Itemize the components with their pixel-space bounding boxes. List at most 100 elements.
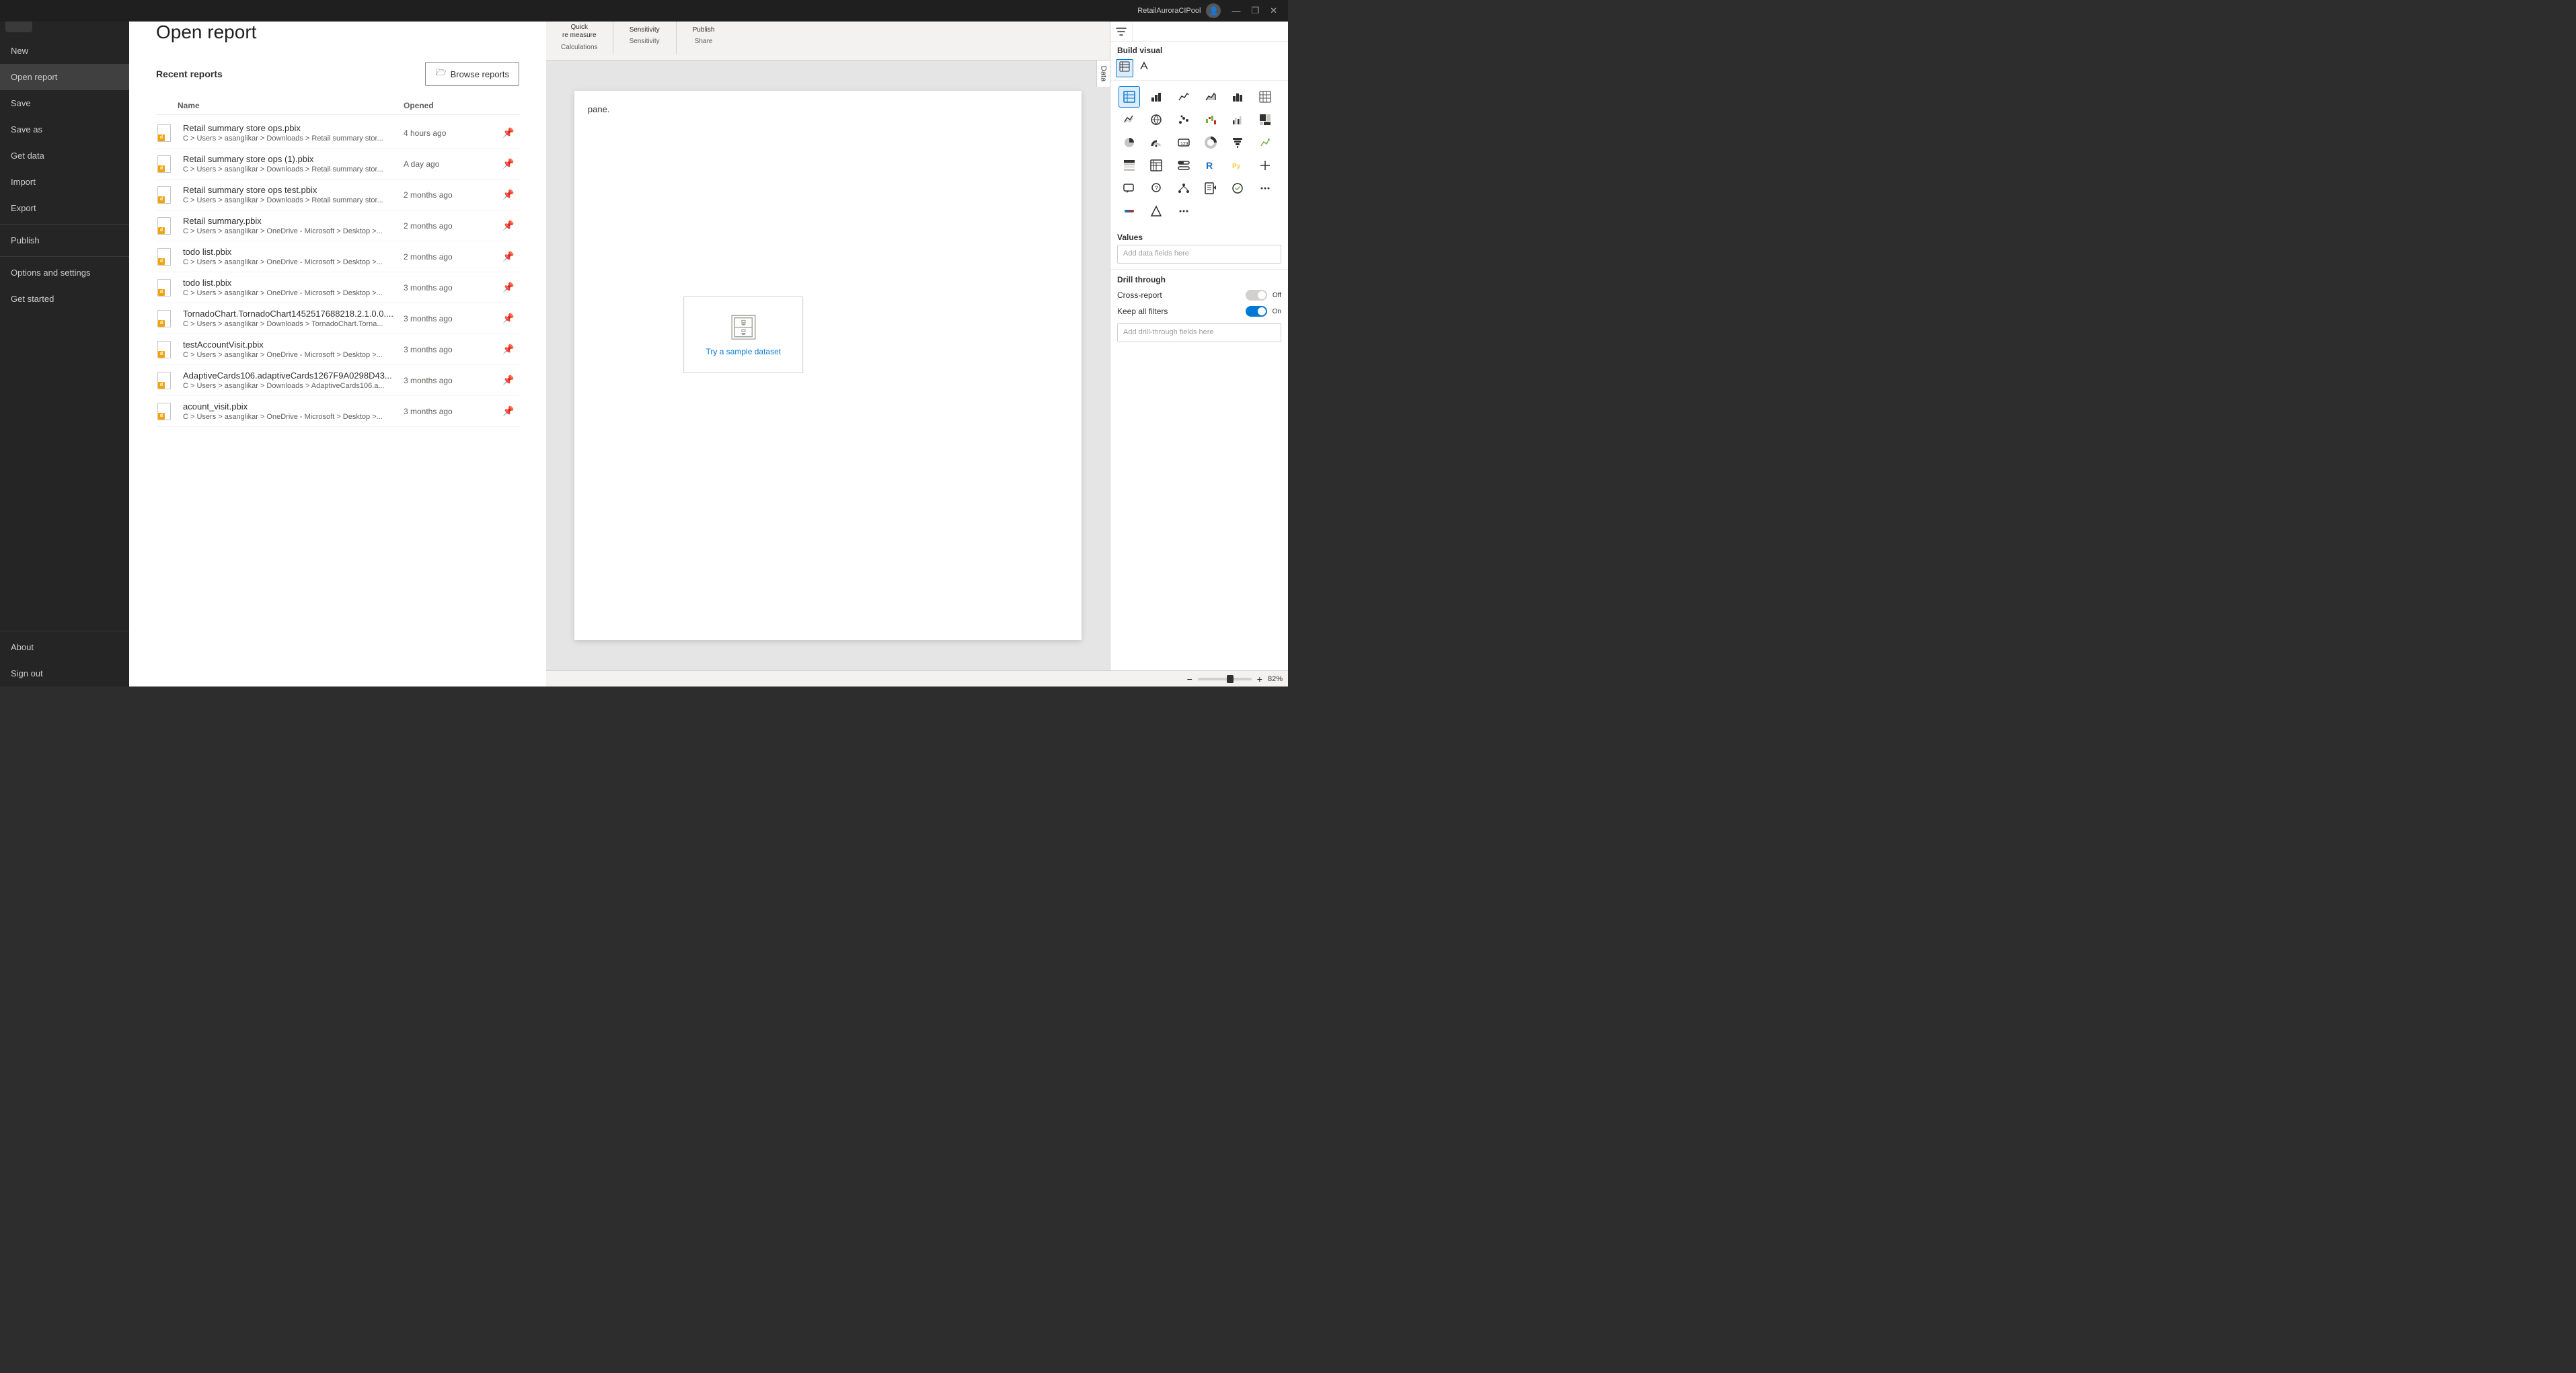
viz-icon-table[interactable] bbox=[1119, 86, 1140, 108]
viz-icon-area[interactable] bbox=[1200, 86, 1221, 108]
file-icon-badge: d bbox=[158, 320, 165, 327]
viz-icon-decomp[interactable] bbox=[1173, 178, 1195, 199]
values-section: Values Add data fields here bbox=[1110, 227, 1288, 269]
zoom-minus-button[interactable]: − bbox=[1187, 674, 1192, 684]
minimize-button[interactable]: — bbox=[1226, 6, 1246, 16]
try-sample-dataset-link[interactable]: Try a sample dataset bbox=[706, 347, 781, 356]
values-drop-area[interactable]: Add data fields here bbox=[1117, 245, 1281, 264]
viz-icon-qna[interactable]: ? bbox=[1145, 178, 1167, 199]
viz-icon-linechart2[interactable] bbox=[1119, 109, 1140, 130]
maximize-button[interactable]: ❐ bbox=[1246, 5, 1264, 16]
table-row[interactable]: d TornadoChart.TornadoChart1452517688218… bbox=[156, 303, 519, 334]
table-row[interactable]: d testAccountVisit.pbix C > Users > asan… bbox=[156, 334, 519, 365]
pin-icon[interactable]: 📌 bbox=[498, 189, 519, 200]
sidebar-item-open-report[interactable]: Open report bbox=[0, 64, 129, 90]
viz-icon-map[interactable] bbox=[1145, 109, 1167, 130]
sidebar-item-label: About bbox=[11, 642, 34, 652]
table-row[interactable]: d todo list.pbix C > Users > asanglikar … bbox=[156, 272, 519, 303]
pin-icon[interactable]: 📌 bbox=[498, 344, 519, 355]
viz-icon-column[interactable] bbox=[1227, 86, 1248, 108]
sidebar-item-get-started[interactable]: Get started bbox=[0, 286, 129, 312]
viz-icon-matrix2[interactable] bbox=[1145, 155, 1167, 176]
viz-icon-slicer[interactable] bbox=[1173, 155, 1195, 176]
zoom-thumb bbox=[1227, 675, 1234, 683]
viz-icon-funnel[interactable] bbox=[1227, 132, 1248, 153]
viz-icon-pie[interactable] bbox=[1119, 132, 1140, 153]
sidebar-item-about[interactable]: About bbox=[0, 634, 129, 660]
pin-icon[interactable]: 📌 bbox=[498, 313, 519, 324]
viz-icon-table2[interactable] bbox=[1119, 155, 1140, 176]
format-viz-tab[interactable] bbox=[1136, 59, 1152, 77]
sidebar-item-save[interactable]: Save bbox=[0, 90, 129, 116]
viz-icon-gauge[interactable] bbox=[1145, 132, 1167, 153]
sidebar-item-options[interactable]: Options and settings bbox=[0, 260, 129, 286]
file-path: C > Users > asanglikar > OneDrive - Micr… bbox=[183, 289, 398, 297]
filters-icon-button[interactable] bbox=[1110, 22, 1133, 41]
pin-icon[interactable]: 📌 bbox=[498, 158, 519, 169]
pin-icon[interactable]: 📌 bbox=[498, 127, 519, 139]
viz-icon-python[interactable]: Py bbox=[1227, 155, 1248, 176]
viz-icon-donut[interactable] bbox=[1200, 132, 1221, 153]
viz-icon-barcluster[interactable] bbox=[1227, 109, 1248, 130]
title-bar-username: RetailAuroraCIPool bbox=[1137, 7, 1201, 15]
viz-icon-waterfall[interactable] bbox=[1200, 109, 1221, 130]
sidebar-item-import[interactable]: Import bbox=[0, 169, 129, 195]
viz-icon-matrix[interactable] bbox=[1254, 86, 1276, 108]
close-button[interactable]: ✕ bbox=[1264, 5, 1283, 16]
values-label: Values bbox=[1117, 233, 1281, 242]
zoom-plus-button[interactable]: + bbox=[1257, 674, 1262, 684]
table-row[interactable]: d Retail summary store ops (1).pbix C > … bbox=[156, 149, 519, 180]
viz-icon-more[interactable] bbox=[1254, 178, 1276, 199]
field-message: pane. bbox=[574, 91, 1082, 128]
sidebar-item-sign-out[interactable]: Sign out bbox=[0, 660, 129, 686]
table-row[interactable]: d AdaptiveCards106.adaptiveCards1267F9A0… bbox=[156, 365, 519, 396]
viz-icon-card[interactable]: 123 bbox=[1173, 132, 1195, 153]
file-icon-base: d bbox=[157, 248, 171, 266]
table-row[interactable]: d Retail summary store ops test.pbix C >… bbox=[156, 180, 519, 210]
pin-icon[interactable]: 📌 bbox=[498, 251, 519, 262]
viz-icon-scatter[interactable] bbox=[1173, 109, 1195, 130]
zoom-slider[interactable] bbox=[1198, 678, 1252, 680]
sidebar-item-save-as[interactable]: Save as bbox=[0, 116, 129, 143]
pin-icon[interactable]: 📌 bbox=[498, 375, 519, 386]
table-viz-tab[interactable] bbox=[1116, 59, 1133, 77]
viz-icon-colorscale[interactable] bbox=[1119, 200, 1140, 222]
file-icon-base: d bbox=[157, 341, 171, 358]
sidebar-item-label: Options and settings bbox=[11, 268, 91, 278]
recent-header: Recent reports 🗁 Browse reports bbox=[156, 62, 519, 86]
cross-report-toggle[interactable] bbox=[1246, 290, 1267, 301]
sidebar-item-export[interactable]: Export bbox=[0, 195, 129, 221]
table-viz-icon bbox=[1119, 61, 1130, 72]
keep-filters-toggle[interactable] bbox=[1246, 306, 1267, 317]
viz-icon-bar[interactable] bbox=[1145, 86, 1167, 108]
data-tab-vertical[interactable]: Data bbox=[1096, 61, 1110, 87]
viz-icon-line[interactable] bbox=[1173, 86, 1195, 108]
file-path: C > Users > asanglikar > OneDrive - Micr… bbox=[183, 227, 398, 235]
viz-icon-custom2[interactable] bbox=[1145, 200, 1167, 222]
viz-icon-paginated[interactable] bbox=[1200, 178, 1221, 199]
sidebar-item-get-data[interactable]: Get data bbox=[0, 143, 129, 169]
sidebar-item-publish[interactable]: Publish bbox=[0, 227, 129, 253]
viz-icon-ellipsis[interactable] bbox=[1173, 200, 1195, 222]
table-row[interactable]: d todo list.pbix C > Users > asanglikar … bbox=[156, 241, 519, 272]
viz-icon-smart-narr[interactable] bbox=[1119, 178, 1140, 199]
table-row[interactable]: d Retail summary store ops.pbix C > User… bbox=[156, 118, 519, 149]
sidebar-item-new[interactable]: New bbox=[0, 38, 129, 64]
table-row[interactable]: d acount_visit.pbix C > Users > asanglik… bbox=[156, 396, 519, 427]
pin-icon[interactable]: 📌 bbox=[498, 220, 519, 231]
viz-icon-treemap[interactable] bbox=[1254, 109, 1276, 130]
table-header: Name Opened bbox=[156, 97, 519, 115]
pin-icon[interactable]: 📌 bbox=[498, 282, 519, 293]
folder-icon: 🗁 bbox=[435, 67, 446, 81]
viz-icon-r[interactable]: R bbox=[1200, 155, 1221, 176]
viz-icon-kpi[interactable] bbox=[1254, 132, 1276, 153]
browse-reports-button[interactable]: 🗁 Browse reports bbox=[425, 62, 519, 86]
table-row[interactable]: d Retail summary.pbix C > Users > asangl… bbox=[156, 210, 519, 241]
share-group-label: Share bbox=[695, 38, 713, 45]
drill-through-drop-area[interactable]: Add drill-through fields here bbox=[1117, 323, 1281, 342]
user-avatar[interactable]: 👤 bbox=[1206, 3, 1221, 18]
viz-icon-metrics[interactable] bbox=[1227, 178, 1248, 199]
svg-text:Py: Py bbox=[1232, 163, 1241, 170]
viz-icon-custom[interactable] bbox=[1254, 155, 1276, 176]
pin-icon[interactable]: 📌 bbox=[498, 405, 519, 417]
